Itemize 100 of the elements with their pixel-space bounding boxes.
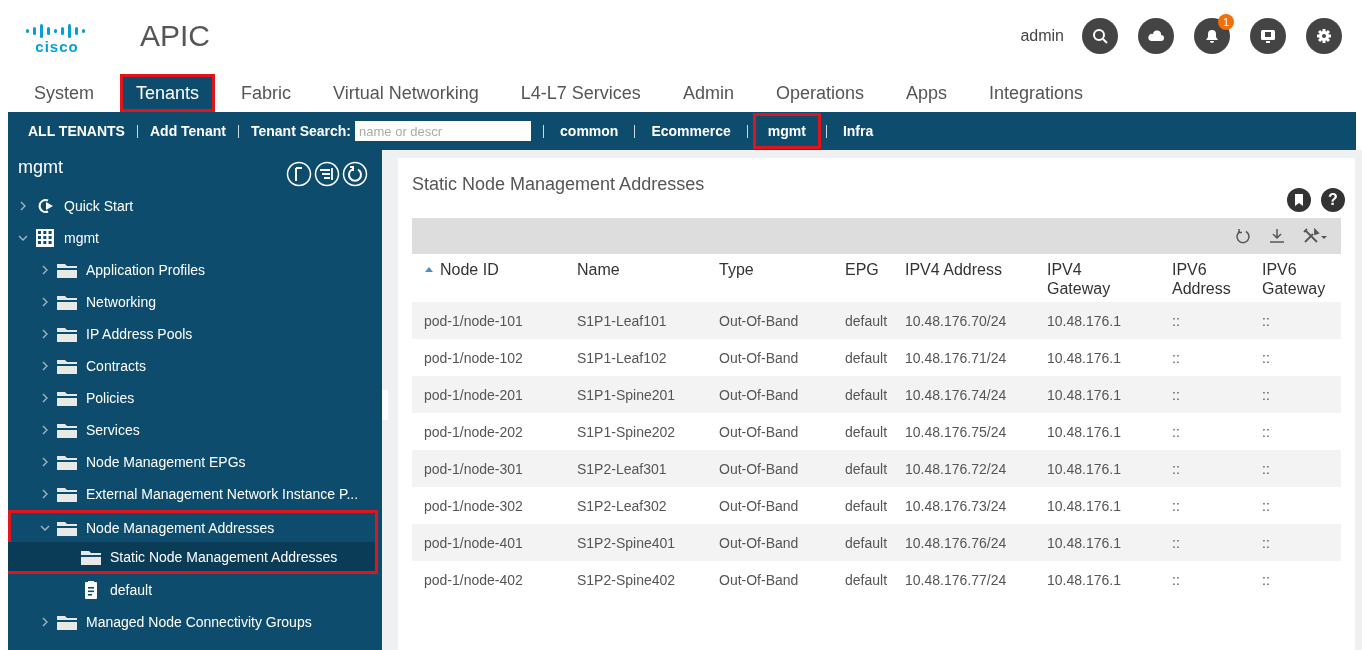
table-cell-text: S1P2-Spine402 <box>576 571 677 588</box>
column-header[interactable]: Node ID <box>412 254 565 285</box>
tree-item[interactable]: IP Address Pools <box>8 318 378 350</box>
search-button[interactable] <box>1082 18 1118 54</box>
tenant-link[interactable]: common <box>556 116 623 146</box>
table-cell-text: :: <box>1261 571 1271 588</box>
tree-item[interactable]: Quick Start <box>8 190 378 222</box>
tenant-link[interactable]: mgmt <box>755 116 818 146</box>
monitor-button[interactable] <box>1250 18 1286 54</box>
tree-item[interactable]: External Management Network Instance P... <box>8 478 378 510</box>
refresh-icon[interactable] <box>342 161 368 187</box>
table-cell-text: 10.48.176.1 <box>1046 386 1122 403</box>
folder-icon <box>57 390 77 406</box>
tree-item[interactable]: Services <box>8 414 378 446</box>
search-icon <box>1092 28 1108 44</box>
tree-item[interactable]: Node Management EPGs <box>8 446 378 478</box>
table-cell-text: :: <box>1171 534 1181 551</box>
folder-icon <box>57 326 77 342</box>
tree-item[interactable]: Policies <box>8 382 378 414</box>
tree-item[interactable]: default <box>8 574 378 606</box>
chevron-right-icon <box>19 201 27 211</box>
folder-icon <box>57 358 77 374</box>
nav-tab[interactable]: Virtual Networking <box>317 74 495 112</box>
cloud-button[interactable] <box>1138 18 1174 54</box>
table-cell-text: S1P2-Leaf301 <box>576 460 668 477</box>
table-cell-text: 10.48.176.72/24 <box>904 460 1008 477</box>
user-name[interactable]: admin <box>1020 27 1064 45</box>
tree-item[interactable]: mgmt <box>8 222 378 254</box>
tenant-link[interactable]: Infra <box>838 116 878 146</box>
table-cell-text: 10.48.176.74/24 <box>904 386 1008 403</box>
folder-icon <box>57 614 77 630</box>
nav-tab[interactable]: Tenants <box>120 74 216 112</box>
table-cell-text: pod-1/node-102 <box>423 349 524 366</box>
column-header[interactable]: IPV6 Address <box>1160 254 1250 304</box>
table-cell-text: :: <box>1261 386 1271 403</box>
table-cell-text: :: <box>1261 497 1271 514</box>
nav-tab[interactable]: System <box>18 74 110 112</box>
settings-button[interactable] <box>1306 18 1342 54</box>
bookmark-icon[interactable] <box>1287 188 1311 212</box>
table-cell-text: :: <box>1261 423 1271 440</box>
table-cell-text: Out-Of-Band <box>718 497 800 514</box>
table-cell-text: :: <box>1261 312 1271 329</box>
tree-item[interactable]: Managed Node Connectivity Groups <box>8 606 378 638</box>
table-cell-text: pod-1/node-402 <box>423 571 524 588</box>
table-cell-text: S1P2-Leaf302 <box>576 497 668 514</box>
chevron-right-icon <box>41 393 49 403</box>
tenant-bar-link[interactable]: Add Tenant <box>149 123 226 139</box>
tree-item[interactable]: Contracts <box>8 350 378 382</box>
nav-tab[interactable]: L4-L7 Services <box>504 74 657 112</box>
tree-item[interactable]: Static Node Management Addresses <box>8 542 378 574</box>
table-cell-text: S1P1-Spine202 <box>576 423 677 440</box>
table-cell-text: 10.48.176.73/24 <box>904 497 1008 514</box>
help-button[interactable]: ? <box>1321 188 1345 212</box>
table-cell-text: 10.48.176.70/24 <box>904 312 1008 329</box>
download-icon[interactable] <box>1269 228 1285 244</box>
tenant-bar-link[interactable]: ALL TENANTS <box>28 123 125 139</box>
bell-icon <box>1203 28 1221 44</box>
tree-item[interactable]: Networking <box>8 286 378 318</box>
document-icon <box>85 581 97 599</box>
column-header[interactable]: IPV6 Gateway <box>1250 254 1341 304</box>
tree-item[interactable]: Application Profiles <box>8 254 378 286</box>
folder-icon <box>57 294 77 310</box>
flag-circle-icon[interactable] <box>286 161 312 187</box>
table-cell-text: :: <box>1171 497 1181 514</box>
quick-start-icon <box>36 197 54 215</box>
table-cell-text: S1P1-Leaf102 <box>576 349 668 366</box>
tenant-link[interactable]: Ecommerce <box>647 116 735 146</box>
table-cell-text: :: <box>1171 423 1181 440</box>
table-cell-text: S1P1-Spine201 <box>576 386 677 403</box>
table-cell-text: 10.48.176.1 <box>1046 460 1122 477</box>
table-cell-text: 10.48.176.1 <box>1046 423 1122 440</box>
table-cell-text: default <box>844 460 889 477</box>
nav-tab[interactable]: Fabric <box>225 74 308 112</box>
column-header[interactable]: EPG <box>833 254 893 285</box>
nav-tab[interactable]: Integrations <box>973 74 1100 112</box>
table-cell-text: pod-1/node-302 <box>423 497 524 514</box>
column-header[interactable]: IPV4 Address <box>893 254 1035 285</box>
table-cell-text: Out-Of-Band <box>718 349 800 366</box>
nav-tab[interactable]: Apps <box>889 74 963 112</box>
nav-tab[interactable]: Admin <box>666 74 750 112</box>
monitor-icon <box>1260 28 1276 44</box>
table-cell-text: S1P1-Leaf101 <box>576 312 668 329</box>
table-cell-text: :: <box>1261 349 1271 366</box>
column-header[interactable]: IPV4 Gateway <box>1035 254 1160 304</box>
tenant-search-field[interactable]: name or descr <box>355 121 532 141</box>
table-cell-text: Out-Of-Band <box>718 423 800 440</box>
tools-icon[interactable] <box>1303 228 1327 244</box>
table-cell-text: Out-Of-Band <box>718 312 800 329</box>
column-header[interactable]: Name <box>565 254 707 285</box>
chevron-down-icon <box>18 234 28 242</box>
chevron-right-icon <box>41 489 49 499</box>
refresh-icon[interactable] <box>1235 228 1251 244</box>
building-icon <box>36 229 54 247</box>
gear-icon <box>1316 28 1332 44</box>
table-cell-text: Out-Of-Band <box>718 460 800 477</box>
table-cell-text: pod-1/node-101 <box>423 312 524 329</box>
nav-tab[interactable]: Operations <box>759 74 880 112</box>
column-header[interactable]: Type <box>707 254 833 285</box>
collapse-list-icon[interactable] <box>314 161 340 187</box>
splitter-handle[interactable] <box>382 390 388 420</box>
